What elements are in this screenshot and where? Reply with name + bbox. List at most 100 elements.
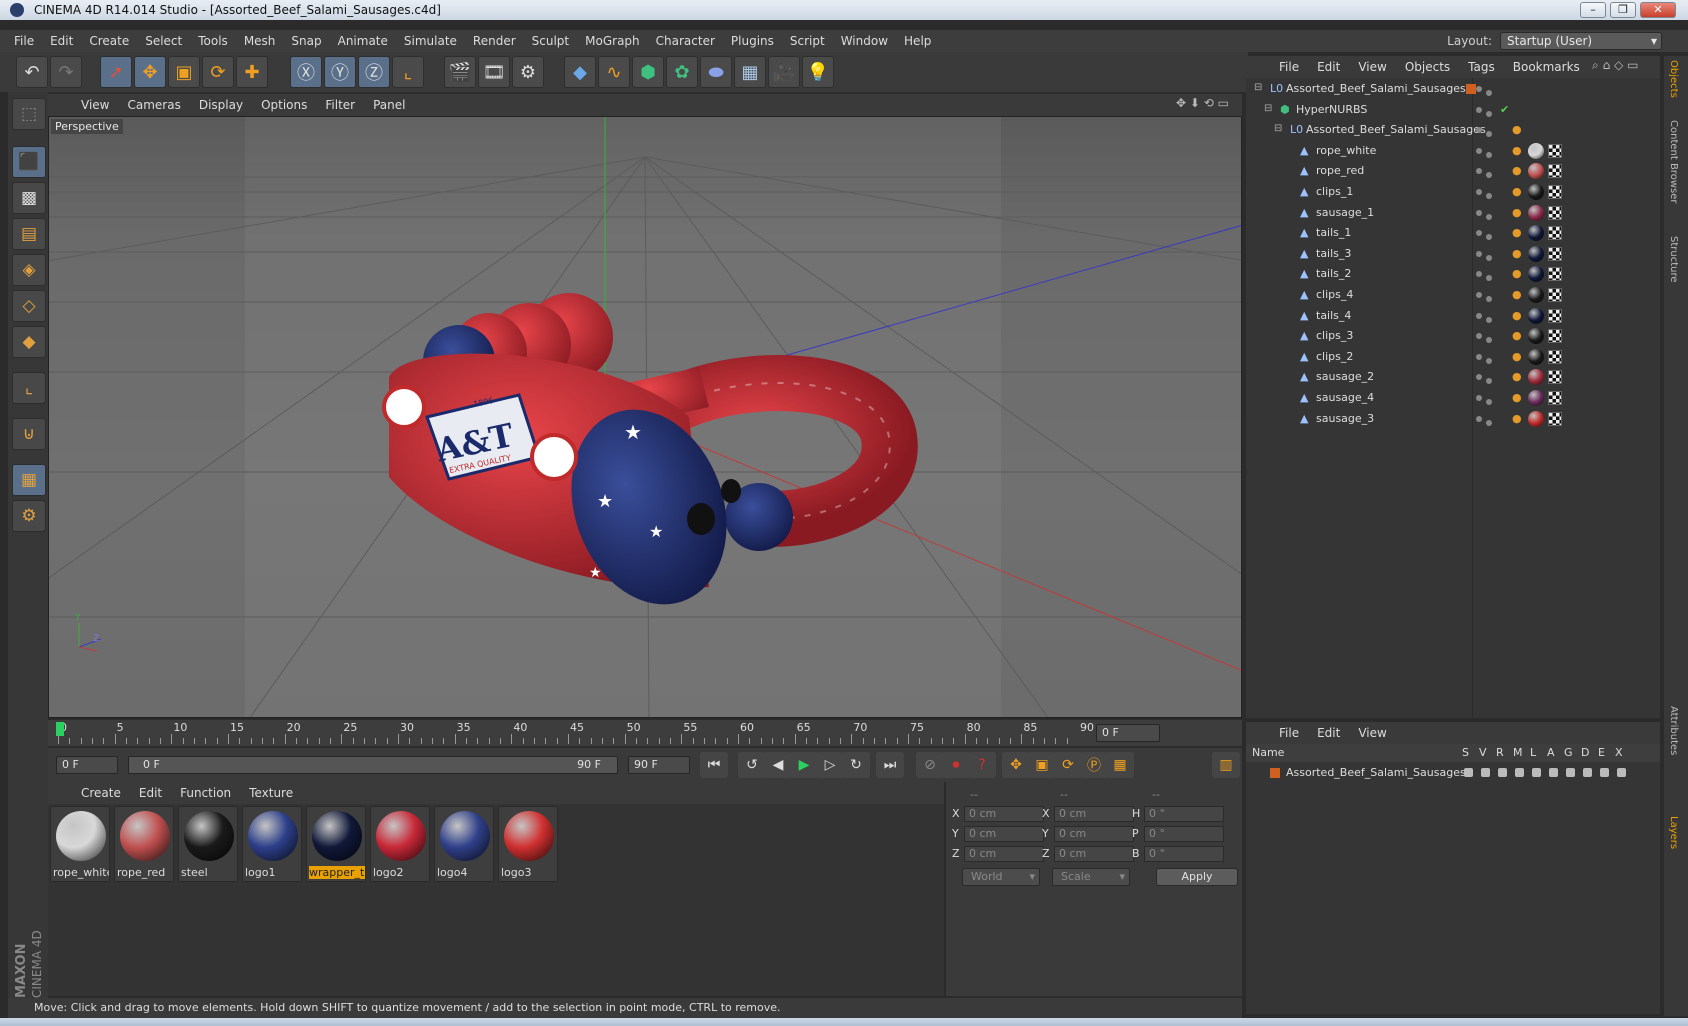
object-menu-item[interactable]: View <box>1349 60 1395 74</box>
deformer-button[interactable]: ⬬ <box>700 56 732 88</box>
workplane-mode-button[interactable]: ▤ <box>12 218 46 250</box>
render-view-button[interactable]: 🎬 <box>444 56 476 88</box>
layout-select[interactable]: Startup (User) ▾ <box>1500 32 1662 50</box>
viewport-perspective[interactable]: ★ ★ ★ ★ A&T EXTRA QUALITY 1896 Y Z Persp… <box>48 116 1242 718</box>
timeline-ruler[interactable]: 051015202530354045505560657075808590 0 F <box>48 720 1242 746</box>
material-menu-item[interactable]: Function <box>171 786 240 800</box>
editor-visibility-dot[interactable] <box>1476 271 1482 278</box>
material-swatch[interactable]: steel <box>178 806 238 882</box>
y-axis-lock-button[interactable]: Ⓨ <box>324 56 356 88</box>
render-visibility-dot[interactable] <box>1486 357 1492 364</box>
autokey-button[interactable]: ? <box>968 752 996 778</box>
side-tab[interactable]: Content Browser <box>1668 120 1679 203</box>
timeline-button[interactable]: ▥ <box>1212 752 1240 778</box>
recent-tools-button[interactable]: ✚ <box>236 56 268 88</box>
material-swatch[interactable]: wrapper_ta <box>306 806 366 882</box>
uvw-tag-icon[interactable] <box>1548 329 1562 344</box>
object-row[interactable]: ▲ tails_4 ● <box>1246 307 1660 327</box>
menu-8[interactable]: Simulate <box>396 34 465 48</box>
object-row[interactable]: ▲ clips_4 ● <box>1246 286 1660 306</box>
editor-visibility-dot[interactable] <box>1476 312 1482 319</box>
render-visibility-dot[interactable] <box>1486 337 1492 344</box>
render-picture-viewer-button[interactable]: 🎞 <box>478 56 510 88</box>
deformer-icon[interactable] <box>1583 768 1592 777</box>
key-position-button[interactable]: ✥ <box>1002 752 1030 778</box>
uvw-tag-icon[interactable] <box>1548 288 1562 302</box>
editor-visibility-dot[interactable] <box>1476 395 1482 401</box>
menu-4[interactable]: Tools <box>190 34 236 48</box>
editor-visibility-dot[interactable] <box>1476 168 1482 175</box>
side-tab[interactable]: Layers <box>1668 816 1679 849</box>
object-row[interactable]: ▲ clips_1 ● <box>1246 183 1660 203</box>
uvw-tag-icon[interactable] <box>1548 267 1562 282</box>
make-editable-button[interactable]: ⬚ <box>12 98 46 130</box>
coord-value-field[interactable]: 0 ° <box>1144 806 1224 822</box>
material-swatch[interactable]: logo1 <box>242 806 302 882</box>
material-swatch[interactable]: logo4 <box>434 806 494 882</box>
material-tag-icon[interactable] <box>1528 369 1544 386</box>
side-tab[interactable]: Attributes <box>1668 706 1679 755</box>
coord-value-field[interactable]: 0 ° <box>1144 846 1224 862</box>
render-visibility-dot[interactable] <box>1486 193 1492 199</box>
phong-tag-icon[interactable]: ● <box>1512 329 1522 342</box>
editor-visibility-dot[interactable] <box>1476 209 1482 216</box>
goto-start-button[interactable]: ⏮ <box>700 752 728 778</box>
editor-visibility-dot[interactable] <box>1476 250 1482 257</box>
phong-tag-icon[interactable]: ● <box>1512 226 1522 239</box>
axis-mode-button[interactable]: ⌞ <box>12 372 46 404</box>
material-tag-icon[interactable] <box>1528 390 1544 406</box>
layer-column-header[interactable]: A <box>1547 746 1555 759</box>
render-visibility-dot[interactable] <box>1486 419 1492 426</box>
solo-icon[interactable] <box>1464 768 1473 777</box>
viewport-menu-item[interactable]: Filter <box>316 98 364 112</box>
phong-tag-icon[interactable]: ● <box>1512 288 1522 301</box>
layer-row[interactable]: Assorted_Beef_Salami_Sausages <box>1246 764 1660 784</box>
object-menu-item[interactable]: Edit <box>1308 60 1349 74</box>
coord-transform-select[interactable]: Scale ▾ <box>1052 868 1130 886</box>
editor-visibility-dot[interactable] <box>1476 333 1482 340</box>
layer-column-header[interactable]: S <box>1462 746 1469 759</box>
coord-mode-select[interactable]: World ▾ <box>962 868 1040 886</box>
camera-button[interactable]: 🎥 <box>768 56 800 88</box>
layer-column-header[interactable]: Name <box>1252 746 1284 759</box>
minimize-button[interactable]: – <box>1580 2 1606 18</box>
editor-visibility-dot[interactable] <box>1476 189 1482 195</box>
render-visibility-dot[interactable] <box>1486 151 1492 158</box>
check-icon[interactable]: ✔ <box>1500 103 1509 116</box>
record-auto-button[interactable]: ⊘ <box>916 752 944 778</box>
side-tab[interactable]: Structure <box>1668 236 1679 283</box>
menu-6[interactable]: Snap <box>283 34 329 48</box>
render-icon[interactable] <box>1498 768 1507 777</box>
generator-icon[interactable] <box>1566 768 1575 777</box>
coordinate-system-button[interactable]: ⌞ <box>392 56 424 88</box>
light-button[interactable]: 💡 <box>802 56 834 88</box>
uvw-tag-icon[interactable] <box>1548 185 1562 199</box>
menu-12[interactable]: Character <box>648 34 723 48</box>
phong-tag-icon[interactable]: ● <box>1512 185 1522 198</box>
search-icon[interactable]: ⌕ <box>1592 58 1599 72</box>
menu-0[interactable]: File <box>6 34 42 48</box>
close-button[interactable]: ✕ <box>1640 2 1676 18</box>
uvw-tag-icon[interactable] <box>1548 143 1562 158</box>
viewport-label[interactable]: Perspective <box>51 119 123 134</box>
polygons-mode-button[interactable]: ◆ <box>12 326 46 358</box>
render-visibility-dot[interactable] <box>1486 131 1492 138</box>
viewport-menu-item[interactable]: Options <box>252 98 316 112</box>
expand-icon[interactable]: ⊟ <box>1264 103 1272 114</box>
cube-object-button[interactable]: ◆ <box>564 56 596 88</box>
menu-2[interactable]: Create <box>81 34 137 48</box>
object-row[interactable]: ⊟ L0 Assorted_Beef_Salami_Sausages <box>1246 80 1660 100</box>
magnet-icon[interactable]: ⊍ <box>12 418 46 450</box>
scale-tool-button[interactable]: ▣ <box>168 56 200 88</box>
material-tag-icon[interactable] <box>1528 225 1544 242</box>
restore-button[interactable]: ❐ <box>1610 2 1636 18</box>
phong-tag-icon[interactable]: ● <box>1512 350 1522 363</box>
move-tool-button[interactable]: ✥ <box>134 56 166 88</box>
render-visibility-dot[interactable] <box>1486 110 1492 117</box>
layer-menu-item[interactable]: Edit <box>1308 726 1349 740</box>
render-visibility-dot[interactable] <box>1486 213 1492 220</box>
menu-16[interactable]: Help <box>896 34 939 48</box>
material-tag-icon[interactable] <box>1528 163 1544 180</box>
uvw-tag-icon[interactable] <box>1548 205 1562 220</box>
phong-tag-icon[interactable]: ● <box>1512 309 1522 322</box>
